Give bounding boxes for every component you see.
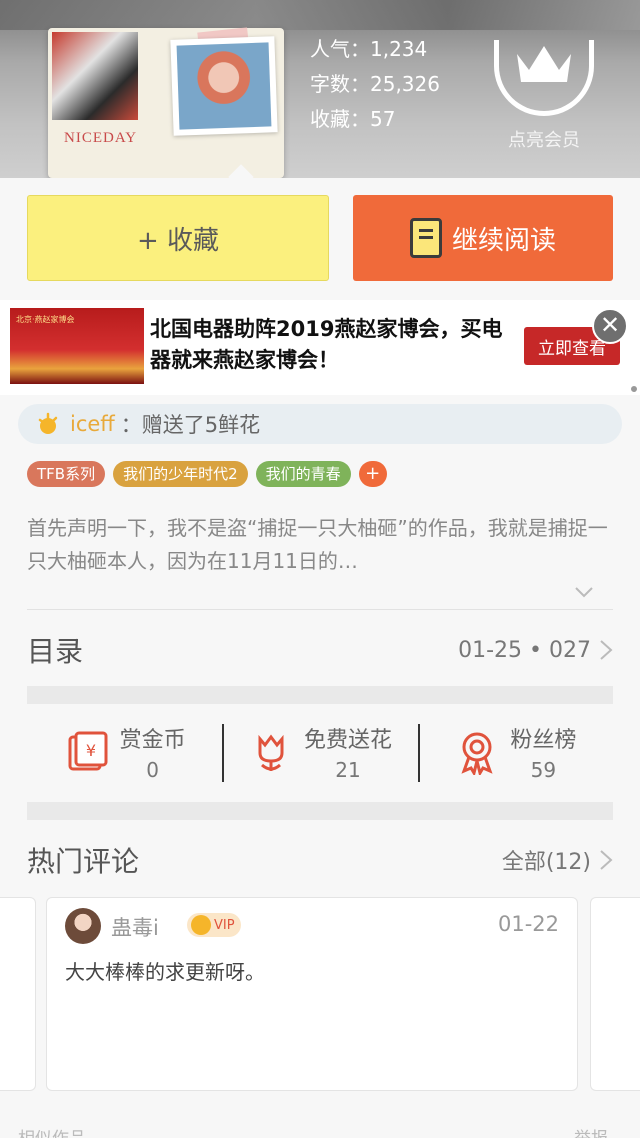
comment-card-prev[interactable] (0, 897, 36, 1091)
stat-value: 25,326 (370, 72, 440, 96)
tag-pill[interactable]: TFB系列 (27, 461, 106, 487)
book-header: NICEDAY 人气： 1,234 字数： 25,326 收藏： 57 点亮会员 (0, 0, 640, 178)
chevron-right-icon (600, 850, 613, 870)
notice-message: ：赠送了5鲜花 (120, 413, 261, 437)
similar-works-title: 相似作品 (18, 1124, 86, 1138)
comment-card-next[interactable] (590, 897, 640, 1091)
flower-icon (258, 734, 284, 771)
stat-label: 人气： (310, 37, 370, 61)
stat-label: 赏金币 (119, 728, 186, 753)
ad-image: 北京·燕赵家博会 (10, 308, 144, 384)
stat-value: 57 (370, 107, 396, 131)
stat-label: 收藏： (310, 107, 370, 131)
status-bar (0, 0, 640, 30)
divider (27, 609, 613, 610)
tag-pill[interactable]: 我们的少年时代2 (113, 461, 248, 487)
stat-value: 1,234 (370, 37, 428, 61)
add-tag-button[interactable]: + (358, 461, 387, 487)
action-bar: + 收藏 继续阅读 (0, 178, 640, 298)
free-flowers[interactable]: 免费送花 21 (222, 718, 417, 786)
stat-value: 0 (146, 758, 160, 782)
vip-crown-icon (191, 915, 211, 935)
chevron-down-icon[interactable] (574, 582, 594, 602)
cover-photo-right (170, 36, 278, 136)
collect-label: + 收藏 (136, 225, 220, 256)
stat-favorites: 收藏： 57 (310, 102, 440, 137)
all-comments-label: 全部(12) (501, 850, 591, 875)
stat-label: 免费送花 (303, 728, 392, 753)
catalog-latest: 01-25 • 027 (458, 637, 591, 663)
all-comments-link[interactable]: 全部(12) (502, 844, 613, 876)
comment-body: 大大棒棒的求更新呀。 (65, 960, 265, 984)
book-stats: 人气： 1,234 字数： 25,326 收藏： 57 (310, 32, 440, 137)
vip-label: VIP (214, 917, 235, 933)
stat-label: 粉丝榜 (510, 728, 577, 753)
avatar[interactable] (65, 908, 101, 944)
close-icon[interactable]: ✕ (592, 308, 628, 344)
reward-coins[interactable]: ¥ 赏金币 0 (27, 718, 222, 786)
tag-pill[interactable]: 我们的青春 (255, 461, 351, 487)
stat-word-count: 字数： 25,326 (310, 67, 440, 102)
medal-icon (461, 732, 493, 775)
comment-card[interactable]: 蛊毒i VIP 01-22 大大棒棒的求更新呀。 (46, 897, 578, 1091)
continue-reading-label: 继续阅读 (451, 225, 556, 256)
red-envelope-icon: ¥ (68, 731, 108, 771)
flower-notice-icon (38, 412, 58, 434)
cover-text: NICEDAY (64, 130, 138, 146)
collect-button[interactable]: + 收藏 (27, 195, 329, 281)
tag-list: TFB系列 我们的少年时代2 我们的青春 + (27, 461, 387, 487)
hot-comments-header: 热门评论 全部(12) (27, 838, 613, 882)
ad-image-tag: 北京·燕赵家博会 (16, 315, 75, 324)
section-band (27, 802, 613, 820)
book-cover[interactable]: NICEDAY (48, 27, 284, 178)
notice-user[interactable]: iceff (70, 412, 115, 436)
comment-user[interactable]: 蛊毒i (111, 912, 159, 942)
comment-date: 01-22 (497, 912, 559, 936)
member-button[interactable]: 点亮会员 (492, 40, 596, 152)
fan-ranking[interactable]: 粉丝榜 59 (417, 718, 613, 786)
continue-reading-button[interactable]: 继续阅读 (353, 195, 613, 281)
svg-text:¥: ¥ (86, 741, 96, 760)
stat-value: 59 (530, 758, 557, 782)
report-link[interactable]: 举报 (574, 1124, 608, 1138)
book-icon (409, 218, 442, 258)
chevron-right-icon (600, 640, 613, 660)
member-label: 点亮会员 (508, 130, 580, 151)
ad-text: 北国电器助阵2019燕赵家博会，买电器就来燕赵家博会！ (150, 317, 503, 372)
stat-value: 21 (335, 758, 361, 782)
ad-indicator-icon (629, 384, 639, 394)
catalog-title: 目录 (27, 635, 84, 668)
hot-comments-title: 热门评论 (27, 845, 140, 878)
stat-popularity: 人气： 1,234 (310, 32, 440, 67)
cover-photo-left (52, 32, 138, 120)
book-description[interactable]: 首先声明一下，我不是盗“捕捉一只大柚砸”的作品，我就是捕捉一只大柚砸本人，因为在… (27, 512, 617, 578)
support-stats: ¥ 赏金币 0 免费送花 21 粉丝榜 59 (27, 718, 613, 786)
gift-notice: iceff ：赠送了5鲜花 (18, 404, 622, 444)
catalog-meta: 01-25 • 027 (458, 638, 613, 663)
crown-icon (494, 40, 594, 116)
catalog-row[interactable]: 目录 01-25 • 027 (27, 628, 613, 672)
ad-banner[interactable]: 北京·燕赵家博会 北国电器助阵2019燕赵家博会，买电器就来燕赵家博会！ 立即查… (0, 300, 640, 395)
section-band (27, 686, 613, 704)
stat-label: 字数： (310, 72, 370, 96)
vip-badge: VIP (187, 913, 241, 937)
